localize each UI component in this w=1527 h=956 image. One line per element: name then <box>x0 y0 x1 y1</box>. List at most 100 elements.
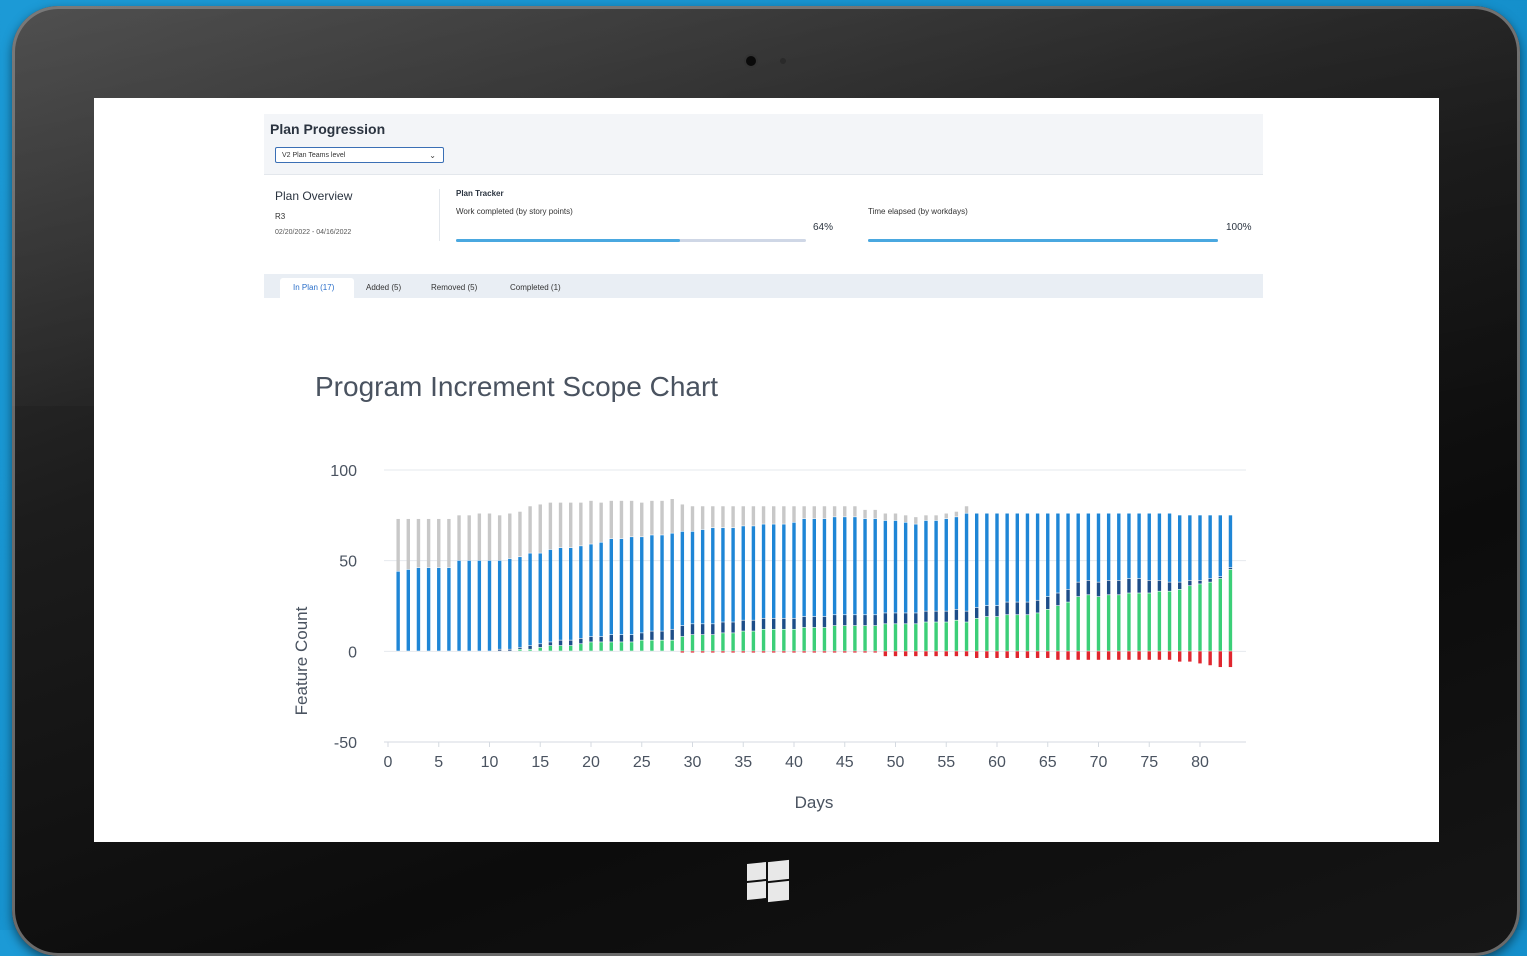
bar-completed <box>944 622 948 651</box>
bar-added <box>538 644 542 648</box>
bar-completed <box>690 635 695 651</box>
bar-unplanned <box>548 502 553 550</box>
bar-removed <box>721 651 725 653</box>
bar-added <box>954 609 959 620</box>
windows-logo-icon[interactable] <box>747 859 789 903</box>
bar-unplanned <box>640 502 644 537</box>
bar-completed <box>782 629 786 651</box>
bar-added <box>964 611 969 622</box>
bar-unplanned <box>660 500 664 535</box>
bar-completed <box>1117 595 1121 651</box>
tab-removed[interactable]: Removed (5) <box>431 283 477 292</box>
time-progress-bar <box>868 239 1218 242</box>
bar-unplanned <box>690 506 695 532</box>
bar-removed <box>863 651 867 653</box>
bar-completed <box>853 625 857 651</box>
bar-added <box>497 649 502 651</box>
bar-in_plan <box>914 524 918 613</box>
bar-completed <box>1127 593 1131 651</box>
bar-in_plan <box>569 547 573 640</box>
bar-in_plan <box>1147 513 1151 581</box>
bar-added <box>1157 580 1162 591</box>
time-percent: 100% <box>1226 222 1252 233</box>
bar-in_plan <box>457 560 461 651</box>
bar-unplanned <box>944 513 948 519</box>
bar-in_plan <box>508 558 512 649</box>
bar-unplanned <box>883 513 888 521</box>
bar-in_plan <box>853 517 857 615</box>
bar-in_plan <box>650 535 654 631</box>
bar-completed <box>883 624 888 651</box>
bar-completed <box>751 631 756 651</box>
bar-in_plan <box>822 518 827 617</box>
x-tick-label: 15 <box>531 754 549 771</box>
bar-in_plan <box>1035 513 1040 600</box>
bar-added <box>1096 582 1101 597</box>
bar-in_plan <box>751 526 756 620</box>
tab-completed[interactable]: Completed (1) <box>510 283 561 292</box>
bar-in_plan <box>548 549 553 642</box>
bar-added <box>853 615 857 626</box>
bar-added <box>609 635 613 642</box>
x-tick-label: 0 <box>384 754 393 771</box>
bar-in_plan <box>579 546 583 639</box>
bar-in_plan <box>1127 513 1131 579</box>
tab-in-plan[interactable]: In Plan (17) <box>293 283 334 292</box>
bar-added <box>741 620 745 631</box>
bar-completed <box>1167 591 1172 651</box>
bar-in_plan <box>1198 515 1202 581</box>
bar-in_plan <box>832 517 837 615</box>
bar-in_plan <box>812 518 816 617</box>
bar-in_plan <box>447 567 451 651</box>
bar-added <box>1167 582 1172 591</box>
bar-unplanned <box>467 515 471 561</box>
bar-unplanned <box>924 515 928 521</box>
bar-in_plan <box>538 553 542 644</box>
bar-in_plan <box>863 518 867 615</box>
x-tick-label: 40 <box>785 754 803 771</box>
bar-in_plan <box>934 520 938 611</box>
bar-removed <box>1117 651 1121 660</box>
bar-added <box>619 635 624 642</box>
bar-in_plan <box>1167 513 1172 582</box>
bar-completed <box>721 633 725 651</box>
bar-completed <box>711 635 715 651</box>
bar-in_plan <box>589 544 593 637</box>
bar-added <box>1025 602 1030 615</box>
bar-unplanned <box>964 506 969 513</box>
bar-completed <box>934 622 938 651</box>
plan-tracker-title: Plan Tracker <box>456 189 504 198</box>
bar-removed <box>1208 651 1212 666</box>
bar-in_plan <box>975 513 979 608</box>
bar-unplanned <box>619 500 624 539</box>
bar-removed <box>1147 651 1151 660</box>
bar-completed <box>538 647 542 651</box>
bar-added <box>782 618 786 629</box>
tab-added[interactable]: Added (5) <box>366 283 401 292</box>
plan-level-select[interactable]: V2 Plan Teams level ⌄ <box>275 147 444 163</box>
bar-in_plan <box>741 526 745 620</box>
bar-added <box>670 629 674 640</box>
bar-added <box>914 613 918 624</box>
work-progress-fill <box>456 239 680 242</box>
bar-added <box>1046 596 1050 610</box>
bar-added <box>903 613 908 624</box>
select-value: V2 Plan Teams level <box>282 152 346 159</box>
bar-added <box>569 640 573 646</box>
y-tick-label: 50 <box>339 554 357 571</box>
sensor-icon <box>780 58 786 64</box>
bar-completed <box>903 624 908 651</box>
bar-unplanned <box>396 518 400 571</box>
x-tick-label: 60 <box>988 754 1006 771</box>
bar-in_plan <box>1056 513 1060 593</box>
bar-added <box>975 607 979 619</box>
bar-unplanned <box>650 500 654 535</box>
bar-removed <box>802 651 806 653</box>
bar-added <box>893 613 898 624</box>
bar-completed <box>985 616 989 651</box>
bar-added <box>629 635 634 642</box>
bar-added <box>1137 578 1141 593</box>
y-tick-label: -50 <box>334 735 357 752</box>
bar-in_plan <box>873 518 877 615</box>
bar-in_plan <box>1178 515 1182 582</box>
